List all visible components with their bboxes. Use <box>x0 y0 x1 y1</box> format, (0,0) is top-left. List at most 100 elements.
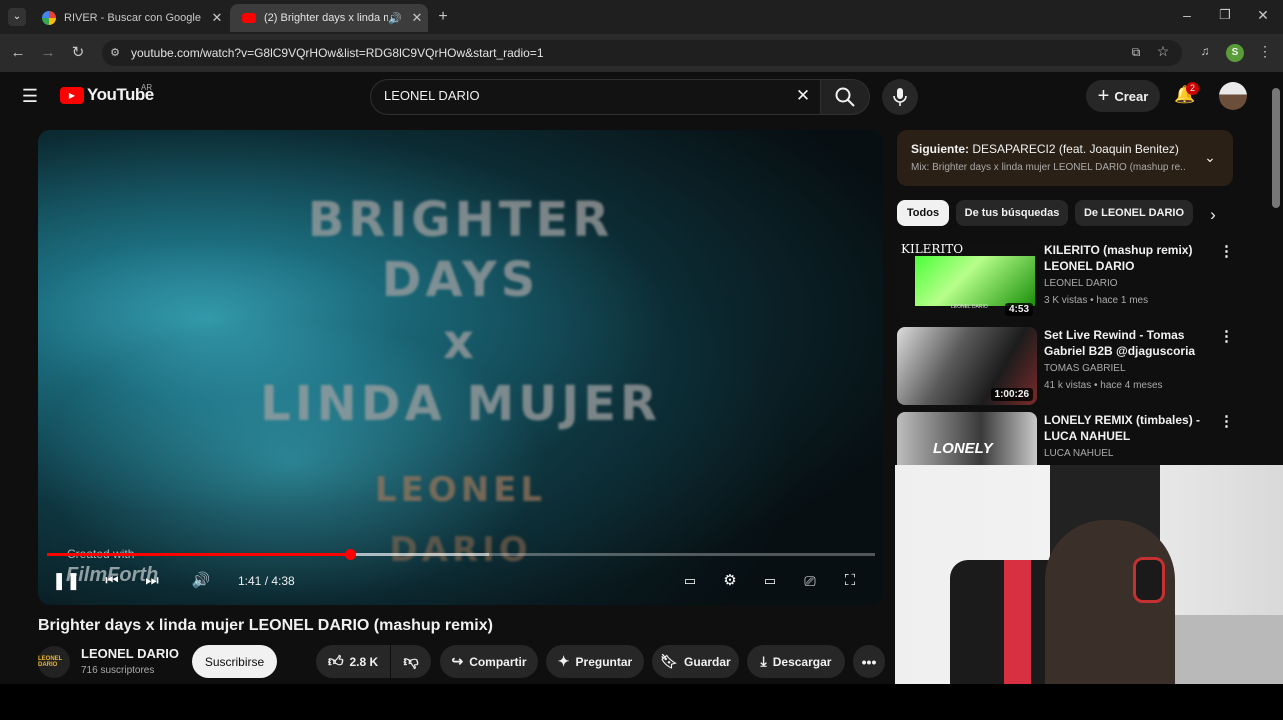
browser-menu-icon[interactable]: ⋮ <box>1258 43 1272 60</box>
tab-youtube[interactable]: (2) Brighter days x linda mu 🔊 ✕ <box>230 4 428 32</box>
close-tab-icon[interactable]: ✕ <box>206 10 228 26</box>
dislike-button[interactable]: 👎︎ <box>391 645 431 678</box>
up-next-panel[interactable] <box>897 130 1233 186</box>
more-options-icon[interactable]: ⋮ <box>1219 412 1234 432</box>
related-channel[interactable]: LEONEL DARIO <box>1044 278 1118 289</box>
related-thumbnail[interactable]: LONELY <box>897 412 1037 465</box>
site-info-icon[interactable]: ⚙ <box>108 46 122 59</box>
webcam-overlay <box>895 465 1283 684</box>
notification-count-badge: 2 <box>1186 82 1199 95</box>
search-icon <box>835 87 855 107</box>
up-next-title: Siguiente: DESAPARECI2 (feat. Joaquin Be… <box>911 142 1179 156</box>
media-controls-icon[interactable]: ♫ <box>1197 44 1213 58</box>
search-query[interactable]: LEONEL DARIO <box>384 88 480 103</box>
thumbnail-subtext: LEONEL DARIO <box>951 304 988 310</box>
save-button[interactable]: 🔖︎ Guardar <box>652 645 739 678</box>
overlay-line: LINDA MUJER <box>260 376 661 432</box>
tab-search-icon[interactable]: ⌄ <box>8 8 26 26</box>
voice-search-button[interactable] <box>882 79 918 115</box>
google-icon <box>42 11 56 25</box>
headphones <box>1133 557 1165 603</box>
more-options-icon[interactable]: ⋮ <box>1219 242 1234 262</box>
chip-from-channel[interactable]: De LEONEL DARIO <box>1075 200 1193 226</box>
thumbs-up-icon: 👍︎ <box>327 652 344 670</box>
url-text[interactable]: youtube.com/watch?v=G8lC9VQrHOw&list=RDG… <box>131 46 544 60</box>
download-button[interactable]: ⤓ Descargar <box>747 645 845 678</box>
speaker-icon[interactable]: 🔊 <box>388 12 402 25</box>
cast-icon[interactable]: ⎚ <box>798 569 822 593</box>
related-title[interactable]: LONELY REMIX (timbales) - LUCA NAHUEL <box>1044 412 1216 444</box>
channel-name[interactable]: LEONEL DARIO <box>81 646 179 661</box>
youtube-logo[interactable]: ▶ YouTube <box>60 85 154 105</box>
progress-played <box>47 553 351 556</box>
tab-title: RIVER - Buscar con Google <box>64 12 201 24</box>
like-button[interactable]: 👍︎ 2.8 K <box>316 645 390 678</box>
up-next-label: Siguiente: <box>911 142 970 156</box>
clear-search-icon[interactable]: ✕ <box>794 86 812 106</box>
related-channel[interactable]: LUCA NAHUEL <box>1044 448 1113 459</box>
youtube-favicon-icon <box>242 13 256 23</box>
subscribe-button[interactable]: Suscribirse <box>192 645 277 678</box>
install-app-icon[interactable]: ⧉ <box>1128 45 1144 60</box>
minimize-icon[interactable]: – <box>1178 7 1196 23</box>
youtube-play-icon: ▶ <box>60 86 84 104</box>
chevron-down-icon[interactable]: ⌄ <box>1202 149 1218 166</box>
search-button[interactable] <box>820 79 870 115</box>
up-next-playlist: Mix: Brighter days x linda mujer LEONEL … <box>911 162 1186 173</box>
volume-icon[interactable]: 🔊 <box>189 569 213 593</box>
bookmark-star-icon[interactable]: ☆ <box>1155 43 1171 60</box>
duration-badge: 1:00:26 <box>990 388 1033 401</box>
download-label: Descargar <box>772 654 832 669</box>
close-window-icon[interactable]: ✕ <box>1254 7 1272 24</box>
overlay-line: DAYS <box>381 252 540 308</box>
progress-scrubber-handle[interactable] <box>345 549 357 560</box>
plus-icon: + <box>1097 84 1110 107</box>
related-thumbnail[interactable]: 1:00:26 <box>897 327 1037 405</box>
save-label: Guardar <box>684 654 731 669</box>
theater-mode-icon[interactable]: ▭ <box>758 569 782 593</box>
chip-todos[interactable]: Todos <box>897 200 949 226</box>
region-code: AR <box>141 83 153 92</box>
chip-from-searches[interactable]: De tus búsquedas <box>956 200 1068 226</box>
subtitles-icon[interactable]: ▭ <box>678 569 702 593</box>
pause-icon[interactable]: ❚❚ <box>52 569 81 593</box>
back-icon[interactable]: ← <box>8 43 28 63</box>
ask-button[interactable]: ✦ Preguntar <box>546 645 644 678</box>
account-avatar[interactable] <box>1219 82 1247 110</box>
new-tab-icon[interactable]: + <box>434 8 452 26</box>
settings-gear-icon[interactable]: ⚙ <box>718 569 742 593</box>
share-button[interactable]: ↪ Compartir <box>440 645 538 678</box>
overlay-line: DARIO <box>389 530 532 570</box>
next-icon[interactable]: ⏭ <box>140 569 164 593</box>
video-player[interactable]: BRIGHTER DAYS x LINDA MUJER LEONEL DARIO… <box>38 130 883 605</box>
related-title[interactable]: Set Live Rewind - Tomas Gabriel B2B @dja… <box>1044 327 1216 359</box>
related-title[interactable]: KILERITO (mashup remix) LEONEL DARIO <box>1044 242 1216 274</box>
reload-icon[interactable]: ↻ <box>68 43 88 63</box>
forward-icon[interactable]: → <box>38 43 58 63</box>
restore-icon[interactable]: ❐ <box>1216 7 1234 23</box>
channel-avatar[interactable]: LEONEL DARIO <box>38 646 70 678</box>
more-options-icon[interactable]: ⋮ <box>1219 327 1234 347</box>
previous-icon[interactable]: ⏮ <box>100 569 124 593</box>
close-tab-icon[interactable]: ✕ <box>406 10 428 26</box>
related-thumbnail[interactable]: KILERITO LEONEL DARIO 4:53 <box>897 242 1037 320</box>
sparkle-icon: ✦ <box>557 653 570 669</box>
more-icon: ••• <box>861 653 877 670</box>
fullscreen-icon[interactable]: ⛶ <box>838 569 862 593</box>
create-button[interactable]: + Crear <box>1086 80 1160 112</box>
tab-google[interactable]: RIVER - Buscar con Google ✕ <box>30 4 228 32</box>
scrollbar-thumb[interactable] <box>1272 88 1280 208</box>
chevron-right-icon[interactable]: › <box>1205 205 1221 225</box>
duration-badge: 4:53 <box>1004 303 1033 316</box>
related-channel[interactable]: TOMAS GABRIEL <box>1044 363 1126 374</box>
more-actions-button[interactable]: ••• <box>853 645 885 678</box>
profile-avatar[interactable]: S <box>1226 44 1244 62</box>
download-icon: ⤓ <box>760 653 767 669</box>
bottom-bar <box>0 684 1283 720</box>
like-count: 2.8 K <box>349 654 379 669</box>
hamburger-menu-icon[interactable]: ☰ <box>20 86 40 107</box>
tab-strip: ⌄ RIVER - Buscar con Google ✕ (2) Bright… <box>0 0 1283 34</box>
thumbnail-art <box>915 256 1035 306</box>
time-display: 1:41 / 4:38 <box>238 574 295 588</box>
share-label: Compartir <box>469 654 527 669</box>
